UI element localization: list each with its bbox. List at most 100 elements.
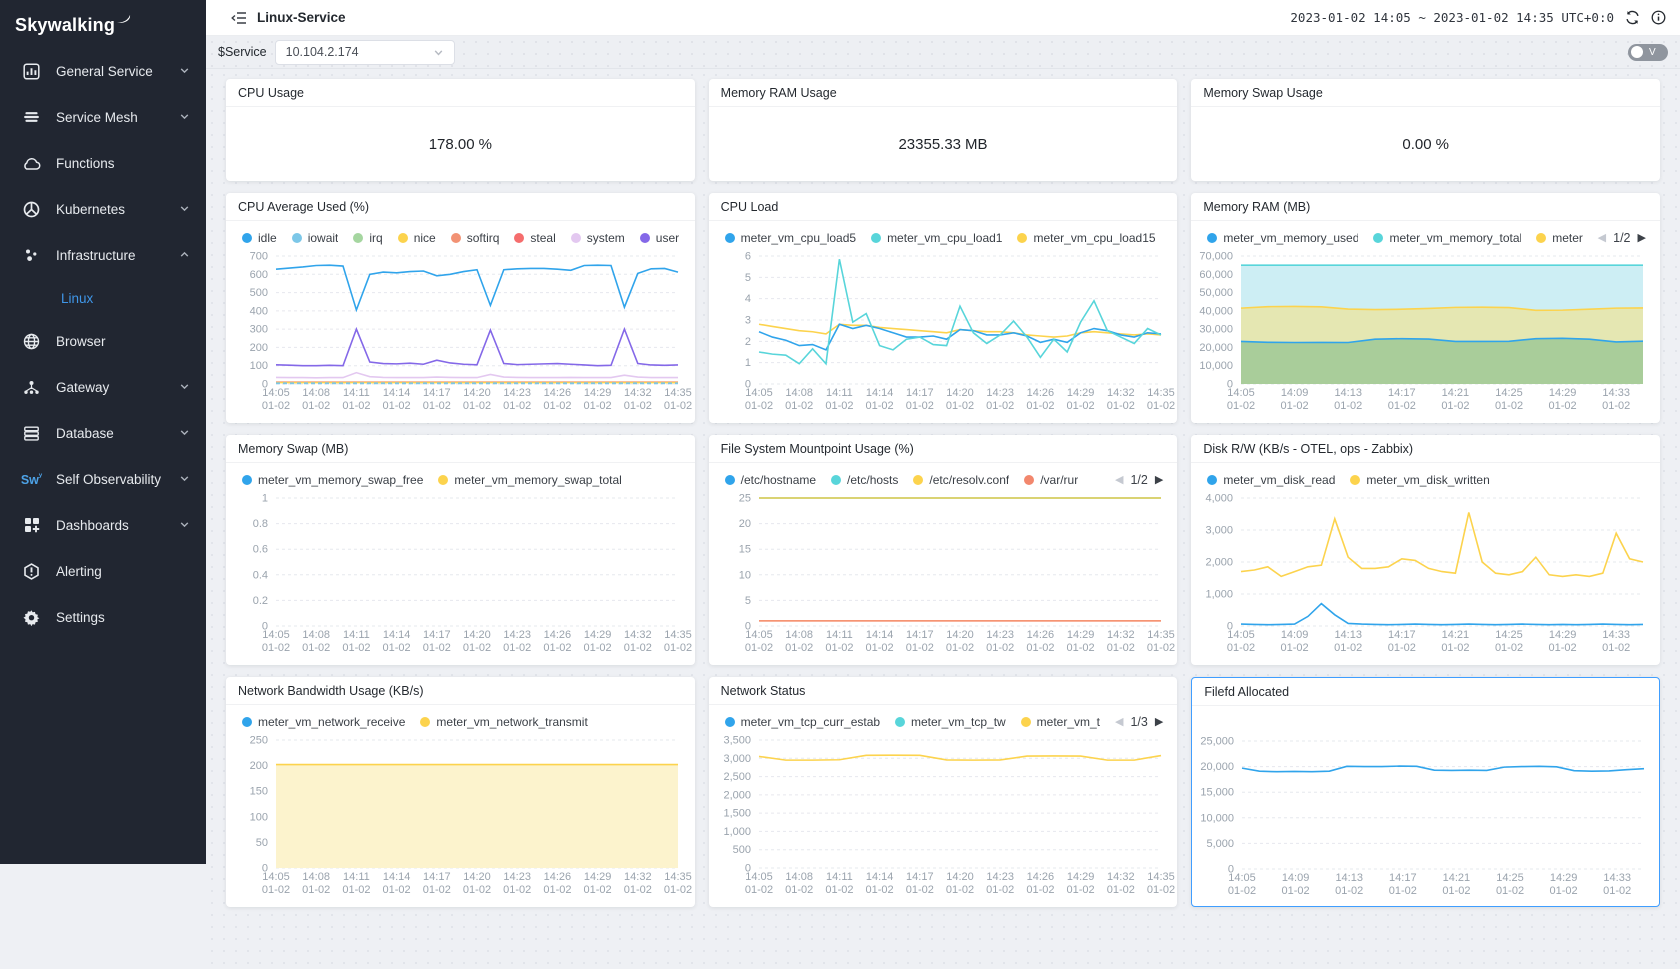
service-select[interactable]: 10.104.2.174: [275, 40, 455, 65]
browser-menu-icon: [22, 332, 41, 351]
legend-item-meter-vm-tcp-tw[interactable]: meter_vm_tcp_tw: [895, 715, 1006, 729]
svg-text:01-02: 01-02: [1495, 400, 1523, 412]
legend-next-icon[interactable]: ▶: [1638, 233, 1646, 244]
legend-item-meter-vm-cpu-load1[interactable]: meter_vm_cpu_load1: [871, 231, 1002, 245]
legend-dot: [1536, 233, 1546, 243]
sidebar-item-service-mesh[interactable]: Service Mesh: [0, 94, 206, 140]
chart-canvas: 00.20.40.60.8114:0501-0214:0801-0214:110…: [226, 489, 695, 661]
info-icon[interactable]: [1651, 10, 1666, 25]
svg-text:01-02: 01-02: [423, 642, 451, 654]
legend-item-steal[interactable]: steal: [514, 231, 555, 245]
svg-text:14:08: 14:08: [785, 629, 813, 641]
legend-dot: [871, 233, 881, 243]
sidebar-item-functions[interactable]: Functions: [0, 140, 206, 186]
sidebar-item-browser[interactable]: Browser: [0, 318, 206, 364]
legend-item-idle[interactable]: idle: [242, 231, 277, 245]
svg-text:01-02: 01-02: [1603, 885, 1631, 897]
legend-item-meter-vm-network-transmit[interactable]: meter_vm_network_transmit: [420, 715, 587, 729]
legend-item-softirq[interactable]: softirq: [451, 231, 500, 245]
legend-item-nice[interactable]: nice: [398, 231, 436, 245]
metric-card-value: 0.00%: [1191, 107, 1660, 181]
sidebar-item-settings[interactable]: Settings: [0, 594, 206, 640]
refresh-icon[interactable]: [1625, 10, 1640, 25]
legend-item-iowait[interactable]: iowait: [292, 231, 339, 245]
svg-text:10,000: 10,000: [1200, 360, 1234, 372]
svg-text:01-02: 01-02: [745, 642, 773, 654]
svg-text:14:20: 14:20: [946, 387, 974, 399]
sidebar-item-kubernetes[interactable]: Kubernetes: [0, 186, 206, 232]
view-toggle[interactable]: V: [1628, 44, 1668, 61]
sidebar-item-dashboards[interactable]: Dashboards: [0, 502, 206, 548]
legend-label: meter_vm_disk_read: [1223, 473, 1335, 487]
svg-text:1,500: 1,500: [723, 808, 751, 820]
legend-prev-icon[interactable]: ◀: [1115, 717, 1123, 728]
svg-text:01-02: 01-02: [785, 400, 813, 412]
legend-item-meter-vm-memory-swap-total[interactable]: meter_vm_memory_swap_total: [438, 473, 621, 487]
legend-item-meter-vm-memory-used[interactable]: meter_vm_memory_used: [1207, 231, 1358, 245]
legend-item-etc-hostname[interactable]: /etc/hostname: [725, 473, 816, 487]
sidebar-collapse-icon[interactable]: [231, 11, 247, 25]
legend-dot: [725, 233, 735, 243]
sidebar-item-database[interactable]: Database: [0, 410, 206, 456]
sidebar-nav: General ServiceService MeshFunctionsKube…: [0, 48, 206, 640]
sidebar-item-self-observability[interactable]: SwʸSelf Observability: [0, 456, 206, 502]
legend-item-var-rur[interactable]: /var/rur: [1024, 473, 1078, 487]
legend-item-system[interactable]: system: [571, 231, 625, 245]
svg-text:400: 400: [250, 305, 268, 317]
legend-item-meter-vm-disk-written[interactable]: meter_vm_disk_written: [1350, 473, 1489, 487]
legend-item-meter[interactable]: meter: [1536, 231, 1582, 245]
legend-item-meter-vm-cpu-load15[interactable]: meter_vm_cpu_load15: [1017, 231, 1155, 245]
svg-text:01-02: 01-02: [785, 642, 813, 654]
legend-label: meter: [1552, 231, 1582, 245]
sidebar-item-gateway[interactable]: Gateway: [0, 364, 206, 410]
svg-text:15,000: 15,000: [1201, 787, 1235, 799]
svg-text:14:20: 14:20: [946, 629, 974, 641]
legend-item-meter-vm-network-receive[interactable]: meter_vm_network_receive: [242, 715, 405, 729]
svg-text:14:33: 14:33: [1603, 387, 1631, 399]
chart-title: Filefd Allocated: [1192, 678, 1659, 706]
svg-text:40,000: 40,000: [1200, 305, 1234, 317]
legend-item-meter-vm-cpu-load5[interactable]: meter_vm_cpu_load5: [725, 231, 856, 245]
legend-prev-icon[interactable]: ◀: [1115, 475, 1123, 486]
chart-title: Memory RAM (MB): [1191, 193, 1660, 221]
legend-item-meter-vm-t[interactable]: meter_vm_t: [1021, 715, 1100, 729]
chart-legend: idle iowait irq nice softirq steal system user: [226, 221, 695, 247]
svg-text:3,000: 3,000: [1206, 525, 1234, 537]
sidebar-item-general-service[interactable]: General Service: [0, 48, 206, 94]
svg-text:14:17: 14:17: [1388, 629, 1416, 641]
svg-text:14:08: 14:08: [785, 387, 813, 399]
sidebar-item-infrastructure[interactable]: Infrastructure: [0, 232, 206, 278]
legend-prev-icon[interactable]: ◀: [1598, 233, 1606, 244]
chevron-down-icon: [179, 64, 190, 79]
time-range-picker[interactable]: 2023-01-02 14:05 ~ 2023-01-02 14:35 UTC+…: [1290, 10, 1614, 25]
legend-dot: [420, 717, 430, 727]
legend-item-meter-vm-tcp-curr-estab[interactable]: meter_vm_tcp_curr_estab: [725, 715, 880, 729]
legend-item-irq[interactable]: irq: [353, 231, 382, 245]
logo-text: Skywalking: [15, 15, 115, 36]
chart-title: Network Status: [709, 677, 1178, 705]
legend-next-icon[interactable]: ▶: [1155, 717, 1163, 728]
sidebar-item-alerting[interactable]: Alerting: [0, 548, 206, 594]
legend-dot: [398, 233, 408, 243]
legend-dot: [1021, 717, 1031, 727]
legend-label: meter_vm_tcp_tw: [911, 715, 1006, 729]
legend-next-icon[interactable]: ▶: [1155, 475, 1163, 486]
svg-text:01-02: 01-02: [262, 642, 290, 654]
svg-text:01-02: 01-02: [1549, 642, 1577, 654]
legend-item-etc-resolv-conf[interactable]: /etc/resolv.conf: [913, 473, 1009, 487]
svg-text:01-02: 01-02: [1281, 400, 1309, 412]
legend-item-etc-hosts[interactable]: /etc/hosts: [831, 473, 898, 487]
legend-item-meter-vm-memory-swap-free[interactable]: meter_vm_memory_swap_free: [242, 473, 423, 487]
svg-text:14:17: 14:17: [423, 871, 451, 883]
sidebar-item-linux[interactable]: Linux: [0, 278, 206, 318]
legend-label: irq: [369, 231, 382, 245]
metric-card-title: Memory RAM Usage: [709, 79, 1178, 107]
legend-pagination: ◀1/2▶: [1598, 231, 1646, 245]
legend-item-meter-vm-disk-read[interactable]: meter_vm_disk_read: [1207, 473, 1335, 487]
svg-text:14:17: 14:17: [906, 387, 934, 399]
gateway-menu-icon: [22, 378, 41, 397]
legend-item-meter-vm-memory-total[interactable]: meter_vm_memory_total: [1373, 231, 1521, 245]
svg-text:14:32: 14:32: [1107, 387, 1135, 399]
svg-text:01-02: 01-02: [946, 642, 974, 654]
legend-item-user[interactable]: user: [640, 231, 679, 245]
